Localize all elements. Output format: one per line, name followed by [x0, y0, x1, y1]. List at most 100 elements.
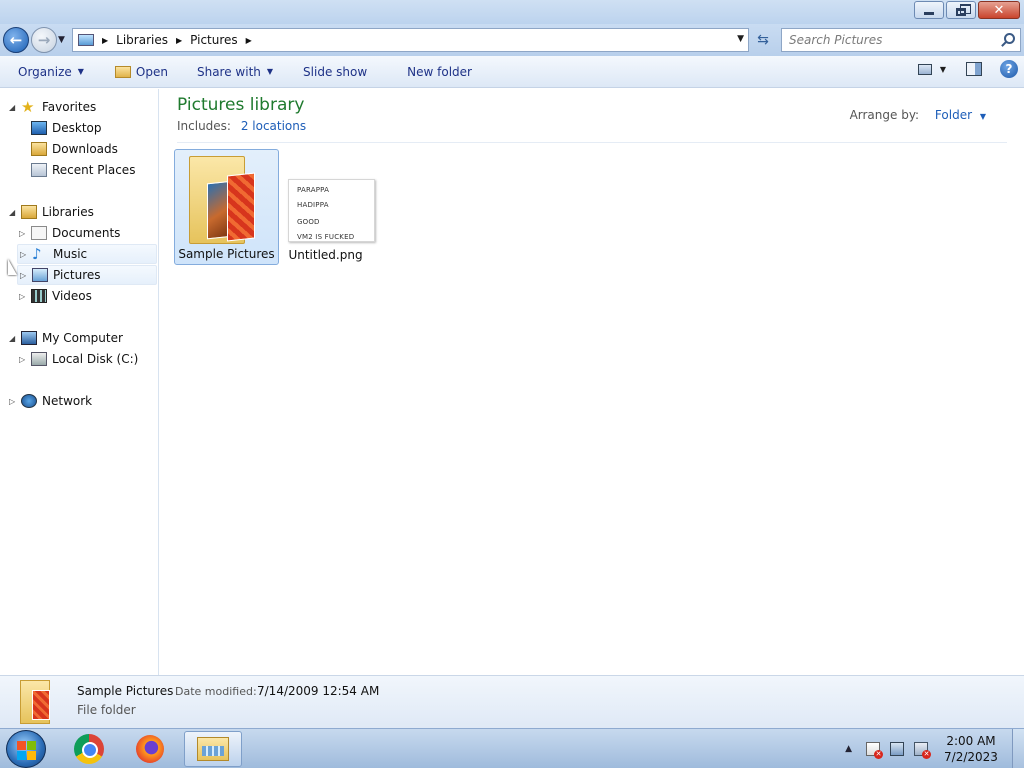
windows-explorer-icon	[197, 737, 229, 761]
show-hidden-icons-button[interactable]: ▲	[845, 744, 852, 754]
nav-documents[interactable]: ▷ Documents	[19, 223, 120, 243]
minimize-button[interactable]	[914, 1, 944, 19]
breadcrumb-root-arrow[interactable]: ▶	[100, 36, 116, 45]
share-with-button[interactable]: Share with ▼	[188, 60, 282, 84]
divider	[177, 142, 1007, 143]
chevron-right-icon: ▶	[245, 35, 252, 45]
back-button[interactable]: ←	[3, 27, 29, 53]
details-modified-value: 7/14/2009 12:54 AM	[257, 684, 380, 698]
libraries-icon	[21, 205, 37, 219]
volume-muted-icon[interactable]: ✕	[914, 742, 931, 759]
locations-link[interactable]: 2 locations	[241, 119, 306, 133]
windows-logo-icon	[17, 741, 26, 750]
nav-music[interactable]: ▷ ♪ Music	[17, 244, 157, 264]
network-icon	[21, 394, 37, 408]
taskbar: ▲ ✕ ✕ 2:00 AM 7/2/2023	[0, 728, 1024, 768]
collapsed-arrow-icon[interactable]: ▷	[19, 292, 29, 301]
chevron-down-icon: ▼	[77, 67, 84, 76]
firefox-icon	[136, 735, 164, 763]
organize-button[interactable]: Organize ▼	[9, 60, 93, 84]
details-type: File folder	[77, 703, 136, 717]
close-icon: ✕	[993, 2, 1005, 18]
hard-disk-icon	[31, 352, 47, 366]
title-bar: ✕	[0, 0, 1024, 24]
breadcrumb-libraries[interactable]: Libraries	[116, 33, 168, 47]
collapsed-arrow-icon[interactable]: ▷	[9, 397, 19, 406]
chevron-down-icon[interactable]: ▼	[940, 65, 946, 74]
preview-pane-icon[interactable]	[966, 62, 982, 76]
restore-button[interactable]	[946, 1, 976, 19]
address-dropdown-icon[interactable]: ▼	[737, 34, 744, 44]
library-title: Pictures library	[177, 95, 305, 115]
minimize-icon	[924, 11, 934, 15]
nav-local-disk[interactable]: ▷ Local Disk (C:)	[19, 349, 138, 369]
recent-pages-dropdown[interactable]: ▼	[58, 35, 68, 45]
collapsed-arrow-icon[interactable]: ▷	[20, 271, 30, 280]
nav-desktop[interactable]: Desktop	[29, 118, 102, 138]
folder-icon	[189, 156, 255, 244]
start-button[interactable]	[6, 730, 46, 768]
system-tray: ▲ ✕ ✕ 2:00 AM 7/2/2023	[845, 729, 1024, 768]
nav-downloads[interactable]: Downloads	[29, 139, 118, 159]
close-button[interactable]: ✕	[978, 1, 1020, 19]
film-icon	[31, 289, 47, 303]
details-modified-label: Date modified:	[175, 685, 257, 698]
chrome-icon	[74, 734, 104, 764]
breadcrumb-separator[interactable]: ▶	[238, 36, 260, 45]
clock[interactable]: 2:00 AM 7/2/2023	[938, 733, 1004, 765]
help-icon[interactable]: ?	[1000, 60, 1018, 78]
show-desktop-button[interactable]	[1012, 729, 1024, 768]
chevron-right-icon: ▶	[175, 35, 183, 45]
navigation-pane: ◢ ★ Favorites Desktop Downloads Recent P…	[0, 89, 159, 675]
taskbar-chrome[interactable]	[60, 731, 118, 767]
taskbar-firefox[interactable]	[121, 731, 179, 767]
collapsed-arrow-icon[interactable]: ▷	[19, 355, 29, 364]
nav-my-computer[interactable]: ◢ My Computer	[9, 328, 123, 348]
nav-pictures[interactable]: ▷ Pictures	[17, 265, 157, 285]
refresh-button[interactable]: ⇆	[751, 28, 775, 52]
search-icon[interactable]	[1004, 33, 1015, 44]
expanded-arrow-icon[interactable]: ◢	[9, 334, 19, 343]
window-controls: ✕	[914, 1, 1020, 19]
collapsed-arrow-icon[interactable]: ▷	[19, 229, 29, 238]
breadcrumb-separator[interactable]: ▶	[168, 36, 190, 45]
address-bar[interactable]: ▶ Libraries ▶ Pictures ▶ ▼	[72, 28, 749, 52]
file-item-untitled-png[interactable]: PARAPPA HADIPPA GOOD VM2 IS FUCKED Untit…	[273, 149, 378, 265]
nav-favorites[interactable]: ◢ ★ Favorites	[9, 97, 96, 117]
slide-show-button[interactable]: Slide show	[294, 60, 376, 84]
network-status-icon[interactable]	[890, 742, 904, 756]
expanded-arrow-icon[interactable]: ◢	[9, 208, 19, 217]
search-input[interactable]	[789, 33, 999, 47]
nav-network[interactable]: ▷ Network	[9, 391, 92, 411]
mouse-cursor-icon	[8, 259, 17, 275]
chevron-down-icon: ▼	[266, 67, 274, 76]
details-pane: Sample Pictures Date modified: 7/14/2009…	[0, 675, 1024, 728]
content-pane: Pictures library Includes: 2 locations A…	[160, 89, 1024, 675]
computer-icon	[21, 331, 37, 345]
action-center-icon[interactable]: ✕	[866, 742, 883, 759]
view-controls: ▼ ?	[917, 60, 1024, 78]
open-folder-icon	[114, 65, 131, 78]
star-icon: ★	[21, 98, 35, 116]
music-note-icon: ♪	[32, 245, 42, 263]
nav-libraries[interactable]: ◢ Libraries	[9, 202, 94, 222]
forward-arrow-icon: →	[37, 31, 51, 49]
open-button[interactable]: Open	[106, 60, 177, 84]
nav-videos[interactable]: ▷ Videos	[19, 286, 92, 306]
recent-places-icon	[31, 163, 47, 177]
change-view-icon[interactable]	[917, 63, 932, 75]
arrange-by-dropdown[interactable]: Folder	[935, 108, 972, 122]
nav-recent-places[interactable]: Recent Places	[29, 160, 135, 180]
file-item-sample-pictures[interactable]: Sample Pictures	[174, 149, 279, 265]
collapsed-arrow-icon[interactable]: ▷	[20, 250, 30, 259]
file-item-label: Untitled.png	[288, 248, 363, 262]
restore-icon	[956, 3, 971, 16]
breadcrumb-pictures[interactable]: Pictures	[190, 33, 238, 47]
new-folder-button[interactable]: New folder	[398, 60, 481, 84]
taskbar-explorer[interactable]	[184, 731, 242, 767]
refresh-icon: ⇆	[757, 32, 769, 48]
chevron-down-icon[interactable]: ▼	[980, 112, 986, 121]
expanded-arrow-icon[interactable]: ◢	[9, 103, 19, 112]
forward-button[interactable]: →	[31, 27, 57, 53]
search-box[interactable]	[781, 28, 1021, 52]
